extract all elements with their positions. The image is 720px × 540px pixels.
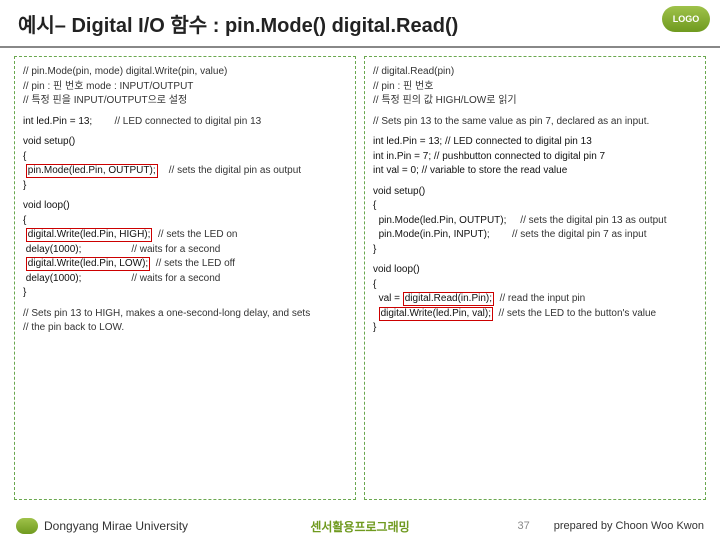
code-line: delay(1000); // waits for a second bbox=[23, 243, 347, 258]
code-line: int led.Pin = 13; // LED connected to di… bbox=[373, 135, 697, 150]
code-line: pin.Mode(in.Pin, INPUT); // sets the dig… bbox=[373, 228, 697, 243]
code-line: digital.Write(led.Pin, HIGH); // sets th… bbox=[23, 228, 347, 243]
code-line: } bbox=[23, 179, 347, 194]
code-comment: // Sets pin 13 to the same value as pin … bbox=[373, 115, 697, 130]
footer-right: 37 prepared by Choon Woo Kwon bbox=[518, 520, 704, 532]
code-comment: // sets the digital pin 13 as output bbox=[520, 215, 666, 226]
code-line: int in.Pin = 7; // pushbutton connected … bbox=[373, 150, 697, 165]
code-comment: // pin : 핀 번호 mode : INPUT/OUTPUT bbox=[23, 80, 347, 95]
footer-center: 센서활용프로그래밍 bbox=[310, 518, 409, 535]
logo-badge: LOGO bbox=[662, 6, 710, 32]
slide: 예시– Digital I/O 함수 : pin.Mode() digital.… bbox=[0, 0, 720, 540]
code-line: val = digital.Read(in.Pin); // read the … bbox=[373, 292, 697, 307]
highlight-digitalwrite-low: digital.Write(led.Pin, LOW); bbox=[26, 257, 150, 271]
code-text: val = bbox=[379, 293, 403, 304]
code-text: pin.Mode(in.Pin, INPUT); bbox=[379, 229, 490, 240]
content-area: // pin.Mode(pin, mode) digital.Write(pin… bbox=[14, 56, 706, 500]
page-number: 37 bbox=[518, 520, 530, 532]
code-line: pin.Mode(led.Pin, OUTPUT); // sets the d… bbox=[373, 214, 697, 229]
code-comment: // waits for a second bbox=[131, 273, 220, 284]
code-comment: // sets the LED off bbox=[156, 258, 235, 269]
code-line: int val = 0; // variable to store the re… bbox=[373, 164, 697, 179]
code-line: { bbox=[373, 199, 697, 214]
code-comment: // 특정 핀의 값 HIGH/LOW로 읽기 bbox=[373, 94, 697, 109]
highlight-digitalwrite-val: digital.Write(led.Pin, val); bbox=[379, 307, 493, 321]
code-comment: // pin : 핀 번호 bbox=[373, 80, 697, 95]
code-comment: // digital.Read(pin) bbox=[373, 65, 697, 80]
footer-left: Dongyang Mirae University bbox=[0, 518, 188, 534]
code-comment: // sets the digital pin as output bbox=[169, 165, 301, 176]
code-line: digital.Write(led.Pin, val); // sets the… bbox=[373, 307, 697, 322]
right-column: // digital.Read(pin) // pin : 핀 번호 // 특정… bbox=[364, 56, 706, 500]
code-line: { bbox=[23, 150, 347, 165]
code-line: void loop() bbox=[373, 263, 697, 278]
highlight-pinmode: pin.Mode(led.Pin, OUTPUT); bbox=[26, 164, 158, 178]
code-line: } bbox=[373, 243, 697, 258]
code-line: digital.Write(led.Pin, LOW); // sets the… bbox=[23, 257, 347, 272]
highlight-digitalwrite-high: digital.Write(led.Pin, HIGH); bbox=[26, 228, 153, 242]
code-comment: // sets the digital pin 7 as input bbox=[512, 229, 647, 240]
code-comment: // 특정 핀을 INPUT/OUTPUT으로 설정 bbox=[23, 94, 347, 109]
code-line: } bbox=[23, 286, 347, 301]
code-text: delay(1000); bbox=[26, 244, 82, 255]
footer-logo-icon bbox=[16, 518, 38, 534]
code-comment: // LED connected to digital pin 13 bbox=[114, 116, 261, 127]
code-line: void loop() bbox=[23, 199, 347, 214]
code-line: { bbox=[23, 214, 347, 229]
code-comment: // the pin back to LOW. bbox=[23, 321, 347, 336]
code-comment: // pin.Mode(pin, mode) digital.Write(pin… bbox=[23, 65, 347, 80]
footer: Dongyang Mirae University 센서활용프로그래밍 37 p… bbox=[0, 512, 720, 540]
highlight-digitalread: digital.Read(in.Pin); bbox=[403, 292, 494, 306]
code-line: void setup() bbox=[23, 135, 347, 150]
code-comment: // Sets pin 13 to HIGH, makes a one-seco… bbox=[23, 307, 347, 322]
code-line: pin.Mode(led.Pin, OUTPUT); // sets the d… bbox=[23, 164, 347, 179]
left-column: // pin.Mode(pin, mode) digital.Write(pin… bbox=[14, 56, 356, 500]
code-text: delay(1000); bbox=[26, 273, 82, 284]
code-line: int led.Pin = 13; // LED connected to di… bbox=[23, 115, 347, 130]
prepared-by: prepared by Choon Woo Kwon bbox=[554, 520, 704, 532]
code-line: { bbox=[373, 278, 697, 293]
code-text: pin.Mode(led.Pin, OUTPUT); bbox=[379, 215, 507, 226]
university-name: Dongyang Mirae University bbox=[44, 519, 188, 533]
code-line: void setup() bbox=[373, 185, 697, 200]
slide-title: 예시– Digital I/O 함수 : pin.Mode() digital.… bbox=[18, 9, 458, 38]
code-comment: // sets the LED to the button's value bbox=[499, 308, 657, 319]
code-line: delay(1000); // waits for a second bbox=[23, 272, 347, 287]
title-bar: 예시– Digital I/O 함수 : pin.Mode() digital.… bbox=[0, 0, 720, 48]
code-comment: // sets the LED on bbox=[158, 229, 238, 240]
code-comment: // waits for a second bbox=[131, 244, 220, 255]
code-text: int led.Pin = 13; bbox=[23, 116, 92, 127]
code-comment: // read the input pin bbox=[500, 293, 586, 304]
code-line: } bbox=[373, 321, 697, 336]
